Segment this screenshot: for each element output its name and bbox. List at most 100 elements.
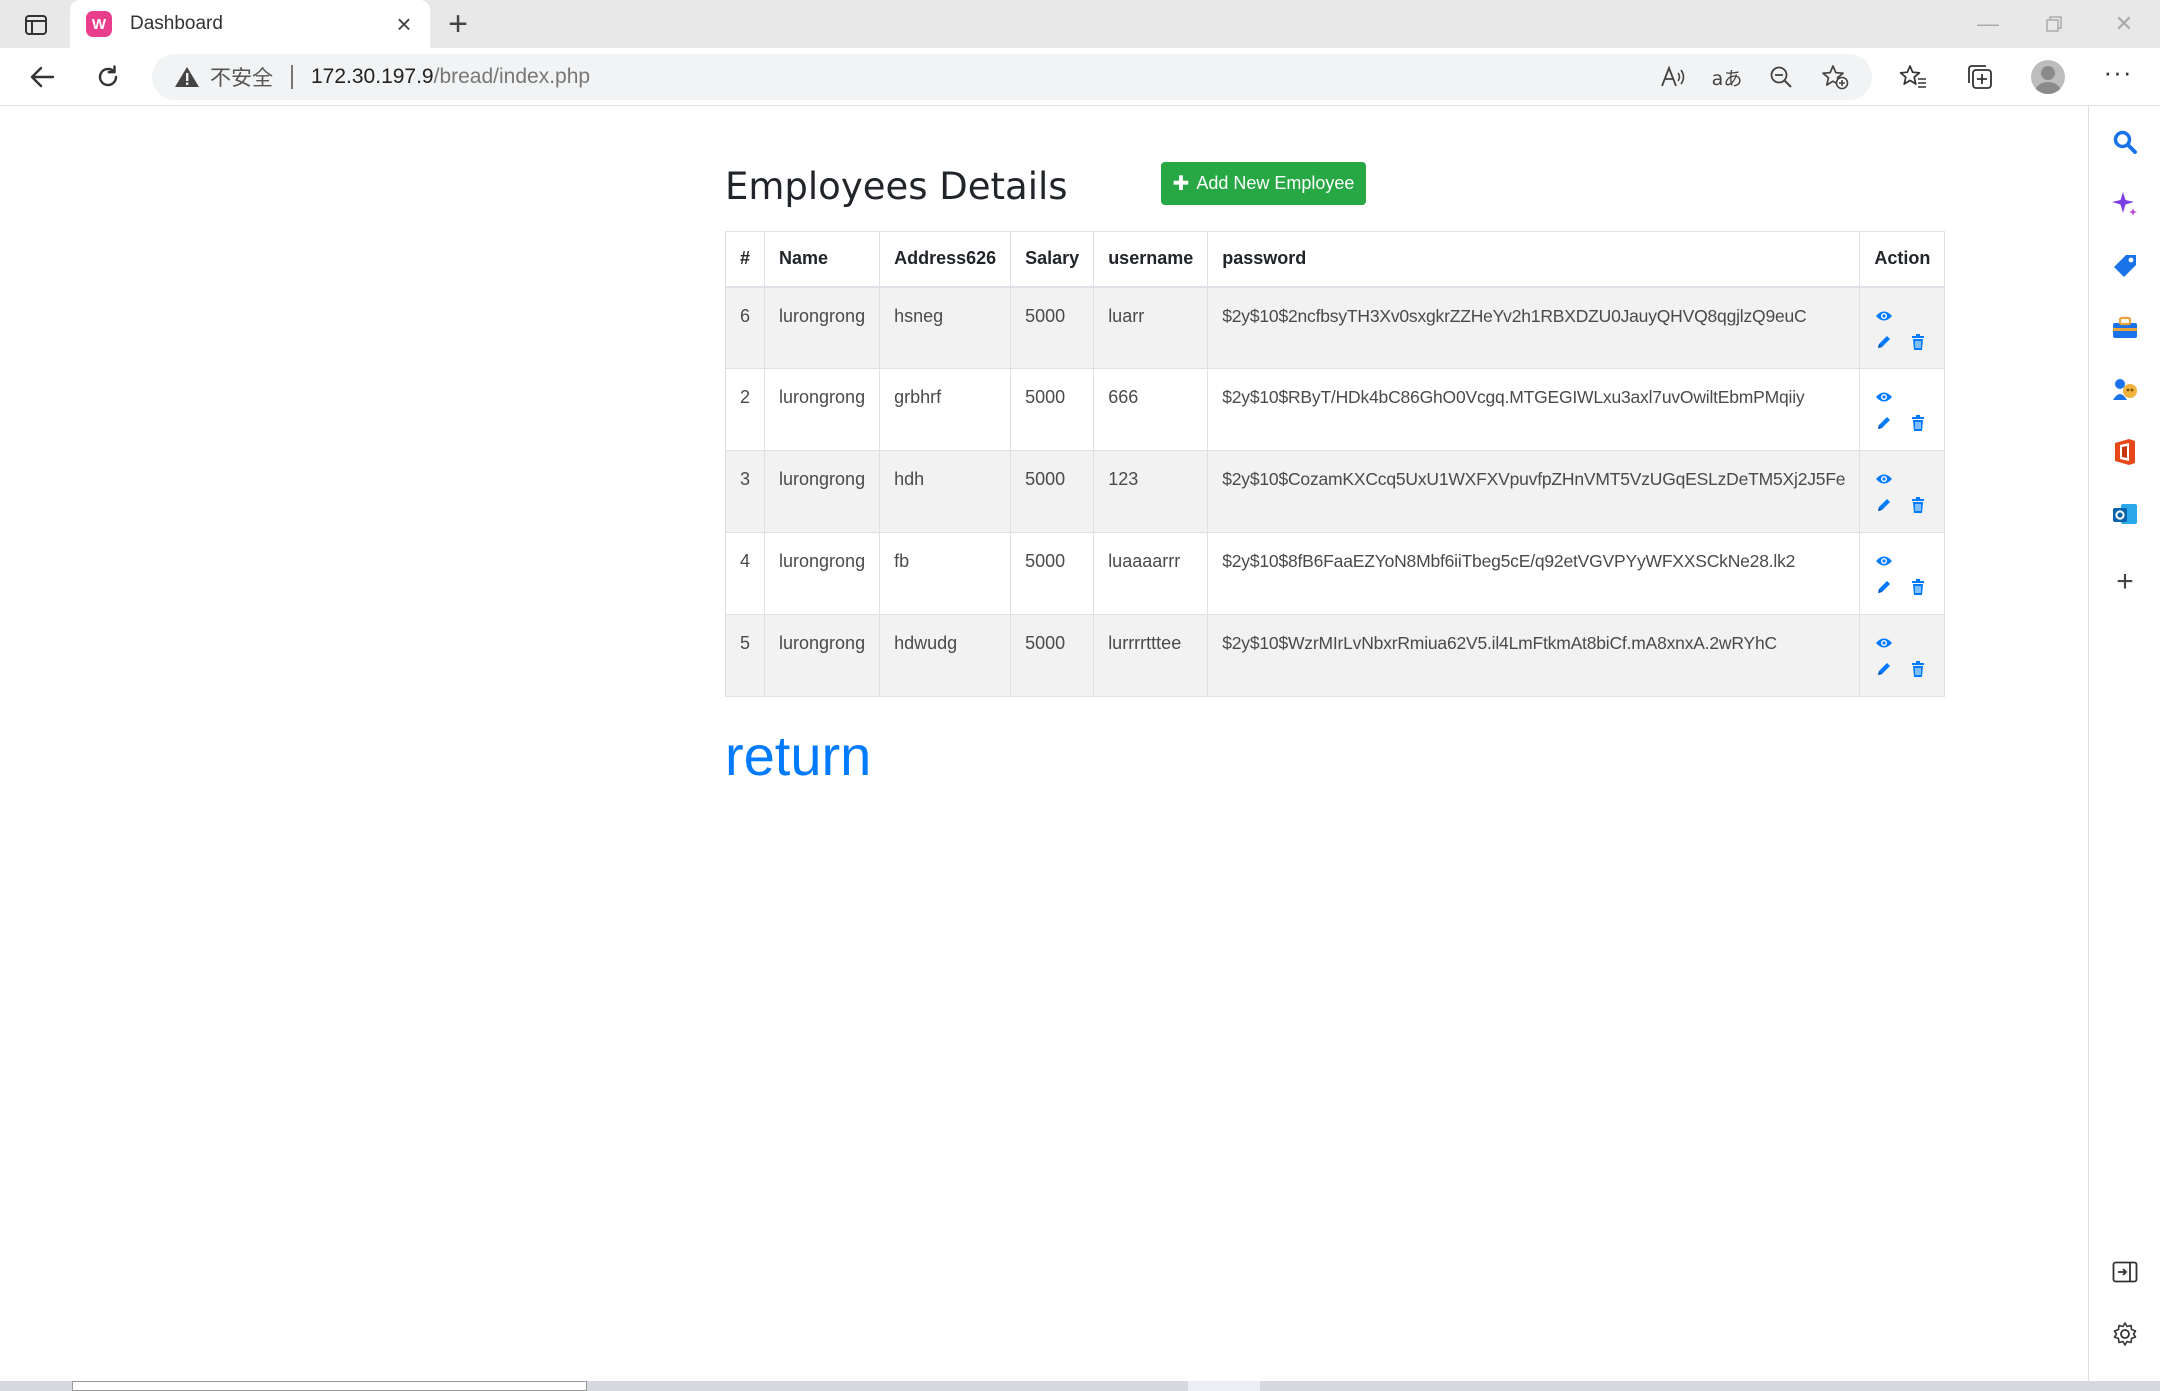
tab-bar: W Dashboard × + — ✕ <box>0 0 2160 48</box>
warning-icon[interactable] <box>174 64 200 90</box>
delete-record-button[interactable] <box>1908 659 1928 679</box>
add-employee-label: Add New Employee <box>1196 173 1355 193</box>
cell-id: 3 <box>724 450 766 533</box>
back-button[interactable] <box>22 57 62 97</box>
collections-button[interactable] <box>1960 57 2000 97</box>
view-record-button[interactable] <box>1874 633 1894 653</box>
view-record-button[interactable] <box>1874 387 1894 407</box>
eye-icon <box>1876 474 1893 484</box>
new-tab-button[interactable]: + <box>440 5 476 43</box>
search-icon <box>2113 130 2137 154</box>
edit-record-button[interactable] <box>1874 577 1894 597</box>
favorites-button[interactable] <box>1893 57 1933 97</box>
favorite-add-icon <box>1822 65 1849 90</box>
close-tab-button[interactable]: × <box>386 6 422 42</box>
cell-name: lurongrong <box>764 450 881 533</box>
close-window-button[interactable]: ✕ <box>2094 4 2154 44</box>
tab-actions-button[interactable] <box>18 10 54 40</box>
sidebar-search-button[interactable] <box>2109 126 2141 158</box>
taskbar-item[interactable] <box>72 1381 587 1391</box>
header-name: Name <box>764 231 881 287</box>
header-salary: Salary <box>1010 231 1095 287</box>
page-content: Employees Details ✚ Add New Employee # N… <box>0 107 2088 1381</box>
eye-icon <box>1876 311 1893 320</box>
sidebar-copilot-button[interactable] <box>2109 188 2141 220</box>
add-employee-button[interactable]: ✚ Add New Employee <box>1161 162 1366 205</box>
edit-record-button[interactable] <box>1874 659 1894 679</box>
employees-table: # Name Address626 Salary username passwo… <box>724 231 1946 697</box>
pencil-icon <box>1878 499 1891 511</box>
games-icon <box>2113 379 2137 400</box>
trash-icon <box>1912 497 1925 513</box>
table-row: 5 lurongrong hdwudg 5000 lurrrrtttee $2y… <box>724 614 1946 697</box>
sidebar-shopping-button[interactable] <box>2109 250 2141 282</box>
insecure-label[interactable]: 不安全 <box>210 62 273 92</box>
outlook-icon <box>2113 504 2137 524</box>
eye-icon <box>1876 392 1893 402</box>
sidebar-office-button[interactable] <box>2109 436 2141 468</box>
tab-dashboard[interactable]: W Dashboard × <box>70 0 430 48</box>
address-separator <box>291 65 293 89</box>
cell-name: lurongrong <box>764 286 881 369</box>
edit-record-button[interactable] <box>1874 332 1894 352</box>
sidebar-tools-button[interactable] <box>2109 312 2141 344</box>
favorites-icon <box>1899 65 1926 88</box>
edit-record-button[interactable] <box>1874 413 1894 433</box>
cell-address: hsneg <box>879 286 1012 369</box>
sidebar-games-button[interactable] <box>2109 374 2141 406</box>
cell-salary: 5000 <box>1010 532 1095 615</box>
read-aloud-button[interactable] <box>1656 60 1690 94</box>
collapse-sidebar-icon <box>2112 1261 2138 1283</box>
page-title: Employees Details <box>725 165 1068 208</box>
cell-address: hdh <box>879 450 1012 533</box>
settings-more-button[interactable]: ··· <box>2098 57 2138 97</box>
sidebar-collapse-button[interactable] <box>2109 1256 2141 1288</box>
url-path: /bread/index.php <box>433 65 591 88</box>
view-record-button[interactable] <box>1874 551 1894 571</box>
close-icon: ✕ <box>2114 11 2134 36</box>
plus-icon: + <box>2116 565 2134 598</box>
translate-icon: aあ <box>1711 67 1743 90</box>
minimize-button[interactable]: — <box>1958 4 2018 44</box>
toolbox-icon <box>2113 316 2137 338</box>
address-bar[interactable]: 不安全 172.30.197.9/bread/index.php aあ <box>152 54 1872 100</box>
taskbar-item[interactable] <box>1188 1381 1260 1391</box>
minimize-icon: — <box>1977 11 1999 36</box>
edit-record-button[interactable] <box>1874 495 1894 515</box>
header-action: Action <box>1859 231 1946 287</box>
cell-username: luarr <box>1093 286 1209 369</box>
zoom-button[interactable] <box>1764 60 1798 94</box>
view-record-button[interactable] <box>1874 469 1894 489</box>
header-id: # <box>724 231 766 287</box>
pencil-icon <box>1878 335 1891 348</box>
delete-record-button[interactable] <box>1908 332 1928 352</box>
eye-icon <box>1876 556 1893 566</box>
delete-record-button[interactable] <box>1908 495 1928 515</box>
collections-icon <box>1968 65 1992 89</box>
delete-record-button[interactable] <box>1908 413 1928 433</box>
table-row: 2 lurongrong grbhrf 5000 666 $2y$10$RByT… <box>724 368 1946 451</box>
add-favorite-button[interactable] <box>1818 60 1852 94</box>
cell-name: lurongrong <box>764 532 881 615</box>
cell-salary: 5000 <box>1010 286 1095 369</box>
delete-record-button[interactable] <box>1908 577 1928 597</box>
refresh-button[interactable] <box>88 57 128 97</box>
cell-username: lurrrrtttee <box>1093 614 1209 697</box>
sidebar-outlook-button[interactable] <box>2109 498 2141 530</box>
layout-icon <box>25 15 47 35</box>
gear-icon <box>2113 1322 2137 1346</box>
return-link[interactable]: return <box>725 723 871 788</box>
cell-password: $2y$10$2ncfbsyTH3Xv0sxgkrZZHeYv2h1RBXDZU… <box>1207 286 1861 369</box>
pencil-icon <box>1878 663 1891 675</box>
avatar[interactable] <box>2031 60 2065 94</box>
restore-icon <box>2046 16 2062 32</box>
restore-button[interactable] <box>2024 4 2084 44</box>
translate-button[interactable]: aあ <box>1710 60 1744 94</box>
sidebar-settings-button[interactable] <box>2109 1318 2141 1350</box>
cell-password: $2y$10$RByT/HDk4bC86GhO0Vcgq.MTGEGIWLxu3… <box>1207 368 1861 451</box>
cell-actions <box>1859 614 1946 697</box>
sidebar-add-button[interactable]: + <box>2109 565 2141 598</box>
cell-salary: 5000 <box>1010 614 1095 697</box>
pencil-icon <box>1878 417 1891 429</box>
view-record-button[interactable] <box>1874 306 1894 326</box>
